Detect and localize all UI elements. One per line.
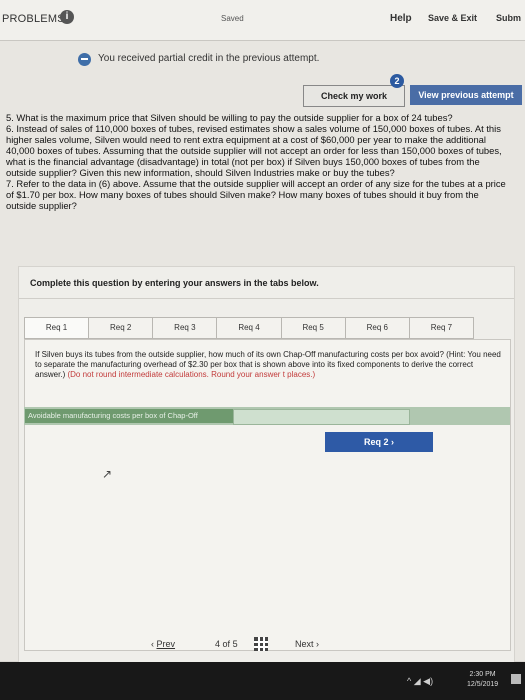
clock-date: 12/5/2019 <box>467 681 499 688</box>
grid-icon[interactable] <box>254 637 268 651</box>
prev-button[interactable]: ‹ Prev <box>151 639 175 649</box>
instruction-rounding: (Do not round intermediate calculations.… <box>67 370 316 379</box>
view-previous-attempt-button[interactable]: View previous attempt <box>410 85 522 105</box>
partial-credit-notice: You received partial credit in the previ… <box>78 53 320 66</box>
info-icon[interactable]: i <box>60 10 74 24</box>
problems-label: PROBLEMS <box>2 13 65 25</box>
chevron-left-icon: ‹ <box>151 639 154 649</box>
tab-req-1[interactable]: Req 1 <box>24 317 89 339</box>
tab-req-3[interactable]: Req 3 <box>152 317 217 339</box>
next-req-button[interactable]: Req 2 › <box>325 432 433 452</box>
top-header: PROBLEMS i Saved Help Save & Exit Subm <box>0 0 525 41</box>
tab-req-5[interactable]: Req 5 <box>280 317 345 339</box>
of-text: of <box>222 639 231 649</box>
page-indicator: 4 of 5 <box>215 639 238 649</box>
question-7: 7. Refer to the data in (6) above. Assum… <box>6 178 506 211</box>
question-text: 5. What is the maximum price that Silven… <box>6 112 511 211</box>
tab-req-2[interactable]: Req 2 <box>88 317 153 339</box>
question-5: 5. What is the maximum price that Silven… <box>6 112 453 123</box>
next-button[interactable]: Next › <box>295 639 319 649</box>
partial-credit-text: You received partial credit in the previ… <box>98 53 320 64</box>
avoidable-cost-input[interactable] <box>233 409 410 425</box>
notification-icon[interactable] <box>511 674 521 684</box>
taskbar: ^ ◢ ◀) 2:30 PM 12/5/2019 <box>0 662 525 700</box>
answer-card: Complete this question by entering your … <box>18 266 515 673</box>
tab-req-7[interactable]: Req 7 <box>408 317 474 339</box>
clock-time: 2:30 PM <box>469 671 496 678</box>
current-page: 4 <box>215 639 221 649</box>
submit-link[interactable]: Subm <box>496 13 521 23</box>
req-tabs: Req 1 Req 2 Req 3 Req 4 Req 5 Req 6 Req … <box>24 317 474 339</box>
main-content: You received partial credit in the previ… <box>0 41 525 673</box>
answer-row: Avoidable manufacturing costs per box of… <box>24 407 510 425</box>
check-attempts-badge: 2 <box>390 74 404 88</box>
next-label: Next <box>295 639 314 649</box>
prev-label: Prev <box>156 639 176 649</box>
chevron-right-icon: › <box>391 437 395 447</box>
instructions: If Silven buys its tubes from the outsid… <box>35 350 505 380</box>
mouse-cursor-icon: ↗ <box>102 467 113 481</box>
check-my-work-button[interactable]: Check my work <box>303 85 405 107</box>
answer-label: Avoidable manufacturing costs per box of… <box>25 409 233 423</box>
card-divider <box>19 298 514 299</box>
tab-req-4[interactable]: Req 4 <box>216 317 281 339</box>
card-title: Complete this question by entering your … <box>30 278 319 288</box>
question-6: 6. Instead of sales of 110,000 boxes of … <box>6 123 502 178</box>
help-link[interactable]: Help <box>390 13 412 24</box>
chevron-right-icon: › <box>316 639 320 649</box>
system-tray-icons[interactable]: ^ ◢ ◀) <box>407 676 433 687</box>
tab-req-6[interactable]: Req 6 <box>344 317 409 339</box>
minus-circle-icon <box>78 53 91 66</box>
save-exit-link[interactable]: Save & Exit <box>428 13 477 23</box>
tab-body: If Silven buys its tubes from the outsid… <box>24 339 511 651</box>
next-req-label: Req 2 <box>363 437 389 447</box>
clock[interactable]: 2:30 PM 12/5/2019 <box>467 670 498 690</box>
saved-status: Saved <box>221 14 244 23</box>
total-pages: 5 <box>232 639 238 649</box>
